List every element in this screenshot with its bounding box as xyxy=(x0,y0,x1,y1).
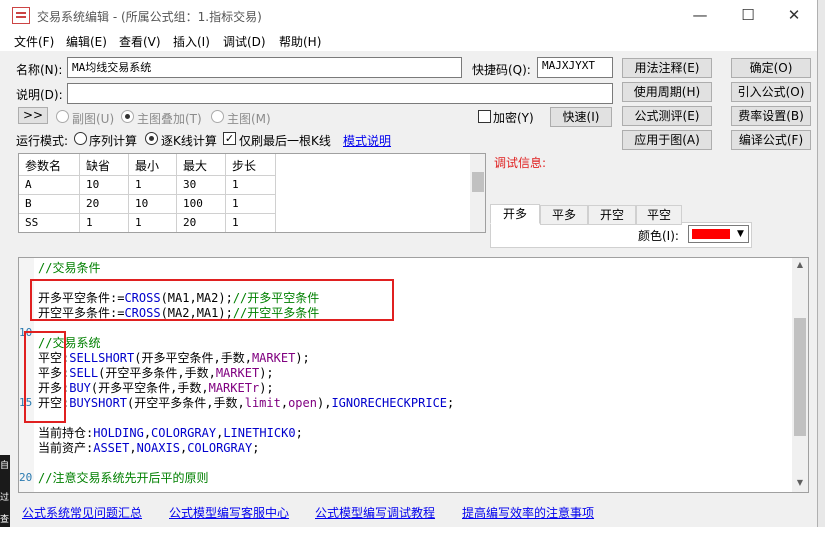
footer-link-faq[interactable]: 公式系统常见问题汇总 xyxy=(22,504,142,521)
color-swatch xyxy=(692,229,730,239)
radio-sequential-label: 序列计算 xyxy=(89,134,138,148)
menu-view[interactable]: 查看(V) xyxy=(119,33,161,50)
expand-button[interactable]: >> xyxy=(18,107,48,124)
table-cell[interactable]: 100 xyxy=(177,195,226,214)
radio-main[interactable] xyxy=(211,110,224,123)
line-number: 20 xyxy=(19,471,33,484)
radio-subchart-label: 副图(U) xyxy=(72,112,115,126)
color-select[interactable]: ▼ xyxy=(688,225,749,243)
tab-close-long[interactable]: 平多 xyxy=(540,205,588,225)
name-input[interactable]: MA均线交易系统 xyxy=(67,57,462,78)
tab-open-long[interactable]: 开多 xyxy=(490,204,540,224)
editor-scroll-thumb[interactable] xyxy=(794,318,806,436)
tab-open-short[interactable]: 开空 xyxy=(588,205,636,225)
background-app-text: 查询 xyxy=(0,515,10,538)
close-button[interactable]: ✕ xyxy=(778,2,810,28)
menu-file[interactable]: 文件(F) xyxy=(14,33,54,50)
window-title: 交易系统编辑 - (所属公式组：1.指标交易) xyxy=(37,10,262,24)
description-label: 说明(D): xyxy=(16,88,63,102)
footer-link-tutorial[interactable]: 公式模型编写调试教程 xyxy=(315,504,435,521)
footer-link-efficiency[interactable]: 提高编写效率的注意事项 xyxy=(462,504,594,521)
table-cell[interactable]: A xyxy=(19,176,80,195)
radio-main-overlay-label: 主图叠加(T) xyxy=(137,112,202,126)
table-cell[interactable]: 1 xyxy=(226,214,276,232)
encrypt-checkbox[interactable] xyxy=(478,110,491,123)
menu-help[interactable]: 帮助(H) xyxy=(279,33,321,50)
table-cell[interactable]: 10 xyxy=(129,195,177,214)
radio-per-k-label: 逐K线计算 xyxy=(161,134,217,148)
scroll-down-icon[interactable]: ▼ xyxy=(792,478,808,490)
param-header-default[interactable]: 缺省 xyxy=(80,154,129,176)
mode-help-link[interactable]: 模式说明 xyxy=(343,132,391,149)
shortcut-input[interactable]: MAJXJYXT xyxy=(537,57,613,78)
radio-per-k[interactable] xyxy=(145,132,158,145)
quick-button[interactable]: 快速(I) xyxy=(550,107,612,127)
apply-to-chart-button[interactable]: 应用于图(A) xyxy=(622,130,712,150)
param-header-step[interactable]: 步长 xyxy=(226,154,276,176)
fee-settings-button[interactable]: 费率设置(B) xyxy=(731,106,811,126)
debug-info-label: 调试信息: xyxy=(494,156,547,170)
tab-close-short[interactable]: 平空 xyxy=(636,205,682,225)
color-label: 颜色(I): xyxy=(638,229,679,243)
name-label: 名称(N): xyxy=(16,63,63,77)
code-line[interactable]: 开空:BUYSHORT(开空平多条件,手数,limit,open),IGNORE… xyxy=(38,396,454,411)
param-header-min[interactable]: 最小 xyxy=(129,154,177,176)
code-line[interactable]: //交易条件 xyxy=(38,261,100,276)
minimize-button[interactable]: — xyxy=(684,2,716,28)
code-line[interactable]: 当前持仓:HOLDING,COLORGRAY,LINETHICK0; xyxy=(38,426,303,441)
code-line[interactable]: 当前资产:ASSET,NOAXIS,COLORGRAY; xyxy=(38,441,259,456)
scroll-up-icon[interactable]: ▲ xyxy=(792,260,808,272)
table-cell[interactable]: 30 xyxy=(177,176,226,195)
param-table[interactable]: 参数名 缺省 最小 最大 步长 A 10 1 30 1 B 20 10 100 … xyxy=(18,153,486,233)
formula-test-button[interactable]: 公式测评(E) xyxy=(622,106,712,126)
usage-notes-button[interactable]: 用法注释(E) xyxy=(622,58,712,78)
background-window-edge xyxy=(817,0,825,527)
param-header-max[interactable]: 最大 xyxy=(177,154,226,176)
param-header-name[interactable]: 参数名 xyxy=(19,154,80,176)
only-last-k-label: 仅刷最后一根K线 xyxy=(239,134,331,148)
table-cell[interactable]: 20 xyxy=(80,195,129,214)
table-cell[interactable]: 20 xyxy=(177,214,226,232)
radio-main-overlay[interactable] xyxy=(121,110,134,123)
radio-main-label: 主图(M) xyxy=(227,112,271,126)
menu-edit[interactable]: 编辑(E) xyxy=(66,33,107,50)
table-cell[interactable]: 1 xyxy=(129,176,177,195)
chevron-down-icon[interactable]: ▼ xyxy=(733,226,748,242)
param-scrollbar[interactable] xyxy=(470,154,485,232)
only-last-k-checkbox[interactable]: ✓ xyxy=(223,132,236,145)
highlight-box-conditions xyxy=(30,279,394,321)
table-cell[interactable]: 1 xyxy=(129,214,177,232)
maximize-button[interactable]: ☐ xyxy=(732,2,764,28)
code-line[interactable]: //注意交易系统先开后平的原则 xyxy=(38,471,208,486)
footer-link-service[interactable]: 公式模型编写客服中心 xyxy=(169,504,289,521)
background-app-text: 自 xyxy=(0,461,10,471)
menu-debug[interactable]: 调试(D) xyxy=(223,33,266,50)
table-cell[interactable]: 10 xyxy=(80,176,129,195)
app-icon xyxy=(12,7,30,24)
compile-formula-button[interactable]: 编译公式(F) xyxy=(731,130,811,150)
radio-subchart[interactable] xyxy=(56,110,69,123)
table-cell[interactable]: 1 xyxy=(226,176,276,195)
code-line[interactable]: 平空:SELLSHORT(开多平空条件,手数,MARKET); xyxy=(38,351,310,366)
usage-period-button[interactable]: 使用周期(H) xyxy=(622,82,712,102)
table-cell[interactable]: B xyxy=(19,195,80,214)
editor-scrollbar[interactable]: ▲ ▼ xyxy=(792,258,808,492)
highlight-box-actions xyxy=(24,331,66,423)
shortcut-label: 快捷码(Q): xyxy=(472,63,531,77)
run-mode-label: 运行模式: xyxy=(16,134,69,148)
table-cell[interactable]: 1 xyxy=(80,214,129,232)
menu-insert[interactable]: 插入(I) xyxy=(173,33,210,50)
code-line[interactable]: 开多:BUY(开多平空条件,手数,MARKETr); xyxy=(38,381,274,396)
param-scroll-thumb[interactable] xyxy=(472,172,484,192)
background-app-text: 过 xyxy=(0,493,10,503)
radio-sequential[interactable] xyxy=(74,132,87,145)
import-formula-button[interactable]: 引入公式(O) xyxy=(731,82,811,102)
table-cell[interactable]: 1 xyxy=(226,195,276,214)
ok-button[interactable]: 确定(O) xyxy=(731,58,811,78)
encrypt-label: 加密(Y) xyxy=(493,111,534,125)
title-bar: 交易系统编辑 - (所属公式组：1.指标交易) — ☐ ✕ xyxy=(0,0,825,31)
description-input[interactable] xyxy=(67,83,613,104)
table-cell[interactable]: SS xyxy=(19,214,80,232)
code-line[interactable]: 平多:SELL(开空平多条件,手数,MARKET); xyxy=(38,366,274,381)
